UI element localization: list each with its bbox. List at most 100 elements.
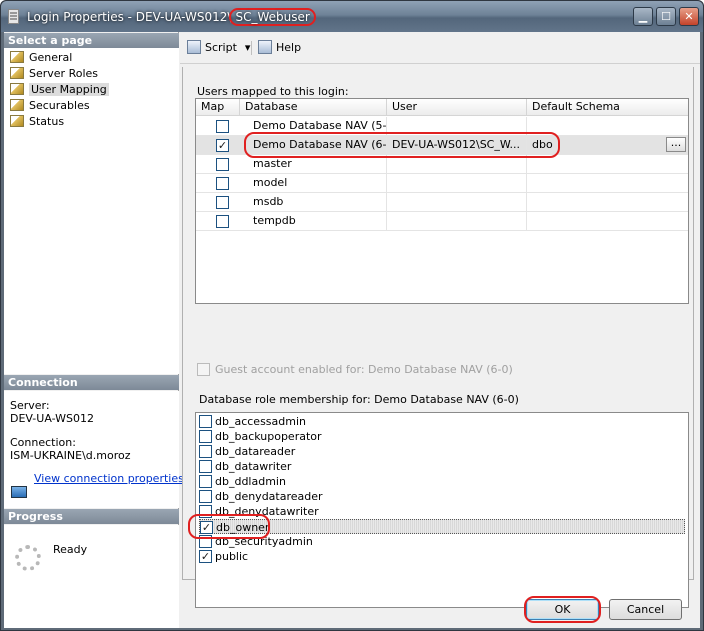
role-label: db_backupoperator bbox=[215, 430, 322, 443]
list-item[interactable]: ✓ db_owner bbox=[199, 519, 685, 534]
connection-label: Connection: bbox=[10, 436, 76, 449]
role-membership-list: db_accessadmin db_backupoperator db_data… bbox=[188, 412, 689, 608]
schema-cell[interactable]: dbo bbox=[527, 136, 657, 155]
role-label: db_securityadmin bbox=[215, 535, 313, 548]
window-title: Login Properties - DEV-UA-WS012\ SC_Webus… bbox=[27, 8, 316, 26]
page-item-general[interactable]: General bbox=[10, 50, 72, 65]
list-item[interactable]: db_denydatareader bbox=[196, 489, 688, 504]
table-row[interactable]: master bbox=[196, 155, 688, 174]
page-item-server-roles[interactable]: Server Roles bbox=[10, 66, 98, 81]
close-button[interactable]: ✕ bbox=[679, 7, 699, 26]
login-properties-window: Login Properties - DEV-UA-WS012\ SC_Webus… bbox=[0, 0, 704, 631]
role-label: db_owner bbox=[216, 521, 270, 534]
role-checkbox[interactable] bbox=[199, 535, 212, 548]
table-row[interactable]: Demo Database NAV (5-0) bbox=[196, 117, 688, 136]
user-cell[interactable]: DEV-UA-WS012\SC_W... bbox=[387, 136, 527, 155]
table-row[interactable]: msdb bbox=[196, 193, 688, 212]
guest-account-checkbox[interactable] bbox=[197, 363, 210, 376]
left-pane: Select a page General Server Roles User … bbox=[4, 32, 184, 628]
user-cell[interactable] bbox=[387, 212, 527, 231]
schema-cell[interactable] bbox=[527, 117, 688, 136]
list-item[interactable]: ✓ public bbox=[196, 549, 688, 564]
page-item-status[interactable]: Status bbox=[10, 114, 64, 129]
login-properties-icon bbox=[8, 9, 19, 24]
page-wrench-icon bbox=[10, 115, 24, 127]
page-list: General Server Roles User Mapping Secura… bbox=[4, 48, 179, 374]
view-connection-properties-link[interactable]: View connection properties bbox=[34, 472, 184, 485]
page-wrench-icon bbox=[10, 83, 24, 95]
progress-info: Ready bbox=[4, 525, 179, 628]
users-mapped-label: Users mapped to this login: bbox=[197, 85, 349, 98]
maximize-button[interactable]: ☐ bbox=[656, 7, 676, 26]
column-header-user[interactable]: User bbox=[387, 99, 527, 116]
role-checkbox[interactable] bbox=[199, 415, 212, 428]
column-header-map[interactable]: Map bbox=[196, 99, 240, 116]
database-cell: master bbox=[248, 155, 387, 174]
grid-header: Map Database User Default Schema bbox=[196, 99, 688, 116]
role-checkbox[interactable]: ✓ bbox=[199, 550, 212, 563]
database-cell: msdb bbox=[248, 193, 387, 212]
minimize-button[interactable]: ▁ bbox=[633, 7, 653, 26]
map-checkbox[interactable] bbox=[216, 177, 229, 190]
page-wrench-icon bbox=[10, 67, 24, 79]
page-label: Server Roles bbox=[29, 67, 99, 80]
list-item[interactable]: db_securityadmin bbox=[196, 534, 688, 549]
role-checkbox[interactable] bbox=[199, 490, 212, 503]
progress-status: Ready bbox=[53, 543, 88, 556]
role-checkbox[interactable] bbox=[199, 475, 212, 488]
list-item[interactable]: db_datareader bbox=[196, 444, 688, 459]
chevron-down-icon[interactable]: ▾ bbox=[245, 41, 251, 54]
role-label: db_denydatawriter bbox=[215, 505, 319, 518]
help-button[interactable]: Help bbox=[258, 40, 301, 56]
progress-spinner-icon bbox=[15, 545, 41, 571]
page-item-securables[interactable]: Securables bbox=[10, 98, 90, 113]
map-checkbox[interactable] bbox=[216, 196, 229, 209]
map-checkbox[interactable] bbox=[216, 158, 229, 171]
ok-button[interactable]: OK bbox=[526, 599, 599, 620]
help-icon bbox=[258, 40, 272, 54]
role-checkbox[interactable] bbox=[199, 460, 212, 473]
table-row[interactable]: tempdb bbox=[196, 212, 688, 231]
user-cell[interactable] bbox=[387, 155, 527, 174]
table-row[interactable]: ✓ Demo Database NAV (6-0) DEV-UA-WS012\S… bbox=[196, 136, 688, 155]
list-item[interactable]: db_datawriter bbox=[196, 459, 688, 474]
schema-browse-button[interactable]: ... bbox=[666, 137, 686, 152]
map-checkbox[interactable] bbox=[216, 215, 229, 228]
role-label: db_datareader bbox=[215, 445, 296, 458]
role-label: db_ddladmin bbox=[215, 475, 286, 488]
role-checkbox[interactable] bbox=[199, 445, 212, 458]
role-label: db_denydatareader bbox=[215, 490, 323, 503]
database-cell: Demo Database NAV (5-0) bbox=[248, 117, 387, 136]
help-label: Help bbox=[276, 41, 302, 54]
list-item[interactable]: db_denydatawriter bbox=[196, 504, 688, 519]
role-checkbox[interactable]: ✓ bbox=[200, 521, 213, 534]
page-wrench-icon bbox=[10, 99, 24, 111]
connection-info: Server: DEV-UA-WS012 Connection: ISM-UKR… bbox=[4, 391, 184, 508]
role-checkbox[interactable] bbox=[199, 430, 212, 443]
user-cell[interactable] bbox=[387, 193, 527, 212]
table-row[interactable]: model bbox=[196, 174, 688, 193]
column-header-database[interactable]: Database bbox=[240, 99, 387, 116]
list-item[interactable]: db_accessadmin bbox=[196, 414, 688, 429]
user-cell[interactable] bbox=[387, 117, 527, 136]
schema-cell[interactable] bbox=[527, 193, 688, 212]
script-icon bbox=[187, 40, 201, 54]
column-header-default-schema[interactable]: Default Schema bbox=[527, 99, 688, 116]
list-item[interactable]: db_backupoperator bbox=[196, 429, 688, 444]
script-button[interactable]: Script ▾ bbox=[187, 40, 250, 56]
schema-cell[interactable] bbox=[527, 212, 688, 231]
page-item-user-mapping[interactable]: User Mapping bbox=[10, 82, 109, 97]
schema-cell[interactable] bbox=[527, 174, 688, 193]
title-bar[interactable]: Login Properties - DEV-UA-WS012\ SC_Webus… bbox=[1, 1, 703, 32]
dialog-client-area: Select a page General Server Roles User … bbox=[4, 32, 700, 628]
role-checkbox[interactable] bbox=[199, 505, 212, 518]
map-checkbox[interactable] bbox=[216, 120, 229, 133]
cancel-button[interactable]: Cancel bbox=[609, 599, 682, 620]
connection-value: ISM-UKRAINE\d.moroz bbox=[10, 449, 131, 462]
database-cell: model bbox=[248, 174, 387, 193]
schema-cell[interactable] bbox=[527, 155, 688, 174]
guest-account-label: Guest account enabled for: Demo Database… bbox=[215, 363, 513, 376]
list-item[interactable]: db_ddladmin bbox=[196, 474, 688, 489]
user-cell[interactable] bbox=[387, 174, 527, 193]
map-checkbox[interactable]: ✓ bbox=[216, 139, 229, 152]
